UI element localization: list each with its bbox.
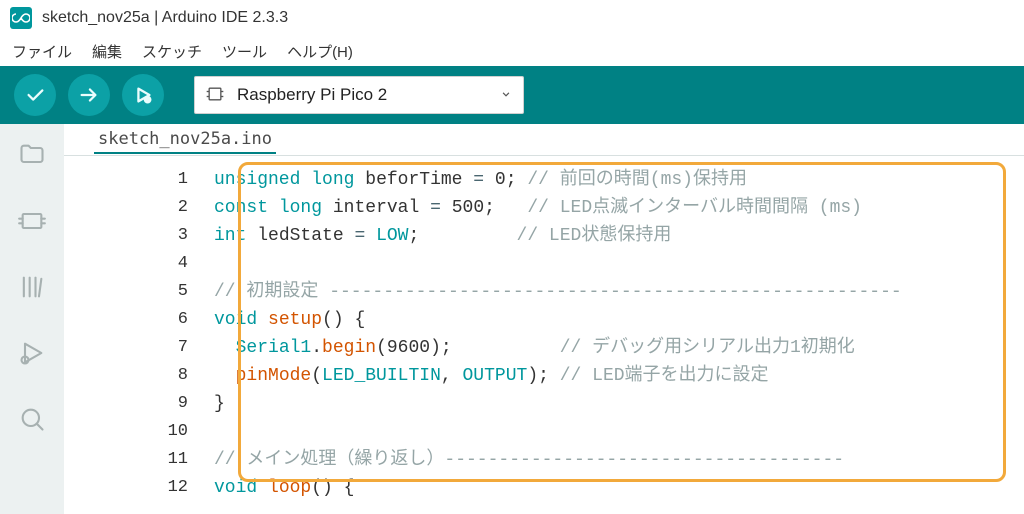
chevron-down-icon — [499, 87, 513, 104]
menu-bar: ファイル 編集 スケッチ ツール ヘルプ(H) — [0, 36, 1024, 66]
editor-tab-row: sketch_nov25a.ino — [64, 124, 1024, 156]
code-editor[interactable]: 1unsigned long beforTime = 0; // 前回の時間(m… — [64, 156, 1024, 514]
debug-button[interactable] — [122, 74, 164, 116]
board-name: Raspberry Pi Pico 2 — [237, 85, 487, 105]
board-selector[interactable]: Raspberry Pi Pico 2 — [194, 76, 524, 114]
sidebar-sketchbook[interactable] — [15, 138, 49, 172]
menu-sketch[interactable]: スケッチ — [142, 41, 202, 62]
editor-tab[interactable]: sketch_nov25a.ino — [94, 126, 276, 154]
title-bar: sketch_nov25a | Arduino IDE 2.3.3 — [0, 0, 1024, 36]
code-line: 1unsigned long beforTime = 0; // 前回の時間(m… — [64, 166, 1024, 194]
board-icon — [205, 84, 225, 107]
toolbar: Raspberry Pi Pico 2 — [0, 66, 1024, 124]
editor-column: sketch_nov25a.ino 1unsigned long beforTi… — [64, 124, 1024, 514]
verify-button[interactable] — [14, 74, 56, 116]
menu-help[interactable]: ヘルプ(H) — [287, 41, 353, 62]
menu-file[interactable]: ファイル — [12, 41, 72, 62]
sidebar-search[interactable] — [15, 402, 49, 436]
main-area: sketch_nov25a.ino 1unsigned long beforTi… — [0, 124, 1024, 514]
menu-tools[interactable]: ツール — [222, 41, 267, 62]
sidebar-boards-manager[interactable] — [15, 204, 49, 238]
left-sidebar — [0, 124, 64, 514]
upload-button[interactable] — [68, 74, 110, 116]
window-title: sketch_nov25a | Arduino IDE 2.3.3 — [42, 9, 288, 27]
sidebar-library-manager[interactable] — [15, 270, 49, 304]
menu-edit[interactable]: 編集 — [92, 41, 122, 62]
arduino-app-icon — [10, 7, 32, 29]
sidebar-debug[interactable] — [15, 336, 49, 370]
